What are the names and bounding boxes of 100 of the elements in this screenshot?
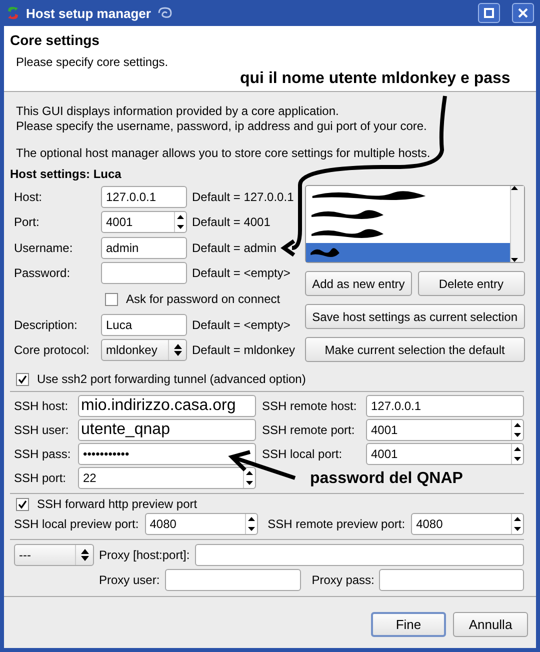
section-heading: Host settings: Luca [10, 167, 122, 181]
field-label: Proxy [host:port]: [99, 548, 190, 562]
checkbox[interactable] [105, 292, 118, 306]
field-label: Username: [14, 240, 73, 255]
combo-value: mldonkey [102, 343, 168, 358]
spin-down-icon[interactable] [248, 527, 255, 531]
spin-up-icon[interactable] [246, 471, 253, 475]
window-title: Host setup manager [26, 6, 151, 20]
spin-up-icon[interactable] [514, 517, 522, 521]
spin-box[interactable]: 4001 [101, 211, 187, 234]
spin-box[interactable]: 4001 [366, 443, 524, 465]
combo-box[interactable]: --- [14, 544, 94, 566]
field-value: 127.0.0.1 [367, 399, 523, 413]
spin-box[interactable]: 4001 [366, 419, 524, 441]
spin-up-icon[interactable] [514, 423, 521, 427]
spin-down-icon[interactable] [510, 258, 518, 262]
intro-text: Please specify the username, password, ip address and gui port of your core. [16, 119, 428, 134]
updown-icon [80, 549, 88, 561]
spin-up-icon[interactable] [248, 517, 255, 521]
redaction-scribble [310, 246, 340, 260]
field-label: Host: [14, 190, 42, 204]
text-field[interactable]: 127.0.0.1 [366, 395, 524, 417]
spin-down-icon[interactable] [246, 481, 253, 485]
cancel-button[interactable]: Annulla [453, 612, 528, 637]
field-value: 22 [79, 471, 243, 485]
field-label: SSH pass: [14, 447, 71, 461]
field-value: 4001 [367, 447, 511, 461]
default-text: Default = 4001 [192, 215, 270, 230]
checkbox[interactable] [16, 498, 29, 510]
field-label: SSH remote preview port: [268, 517, 406, 531]
field-label: Proxy pass: [312, 573, 374, 587]
spin-box[interactable]: 4080 [144, 513, 258, 535]
default-text: Default = <empty> [192, 266, 290, 280]
spin-down-icon[interactable] [177, 225, 184, 230]
page-heading: Core settings [10, 32, 100, 48]
annotation-text: password del QNAP [310, 470, 463, 488]
maximize-button[interactable] [478, 3, 500, 23]
checkbox-label: Use ssh2 port forwarding tunnel (advanced option) [37, 372, 306, 386]
field-label: SSH local port: [262, 447, 342, 461]
default-text: Default = 127.0.0.1 [192, 190, 294, 204]
field-value: 4001 [367, 423, 511, 437]
checkbox-label: Ask for password on connect [126, 292, 280, 306]
spin-up-icon[interactable] [510, 186, 518, 190]
close-icon [518, 8, 528, 18]
default-text: Default = mldonkey [192, 343, 296, 358]
field-label: Core protocol: [14, 343, 90, 358]
text-field[interactable]: Luca [101, 314, 187, 336]
field-value: 4001 [102, 215, 174, 230]
field-label: Password: [14, 266, 70, 280]
field-value: 4080 [412, 517, 512, 531]
default-text: Default = admin [192, 240, 276, 255]
text-field[interactable]: ••••••••••• [78, 443, 256, 465]
combo-box[interactable]: mldonkey [101, 339, 187, 362]
field-value: 127.0.0.1 [102, 190, 186, 204]
text-field[interactable]: admin [101, 236, 187, 259]
save-settings-button[interactable]: Save host settings as current selection [305, 304, 525, 329]
swirl-icon [156, 7, 173, 19]
field-label: Description: [14, 318, 78, 332]
spin-box[interactable]: 4080 [411, 513, 524, 535]
delete-entry-button[interactable]: Delete entry [418, 271, 525, 296]
intro-text: This GUI displays information provided by a core application. [16, 104, 340, 119]
field-label: SSH port: [14, 471, 66, 485]
scrollbar[interactable] [510, 186, 524, 262]
intro-text: The optional host manager allows you to store core settings for multiple hosts. [16, 146, 432, 161]
text-field[interactable] [164, 569, 301, 591]
checkbox[interactable] [16, 372, 29, 386]
updown-icon [174, 344, 182, 356]
field-value: admin [102, 240, 186, 255]
spin-up-icon[interactable] [514, 447, 521, 451]
close-button[interactable] [512, 3, 534, 23]
field-label: SSH host: [14, 399, 68, 413]
combo-value: --- [15, 548, 75, 562]
spin-up-icon[interactable] [177, 215, 184, 220]
spin-down-icon[interactable] [514, 433, 521, 437]
app-icon [6, 5, 20, 21]
checkbox-label: SSH forward http preview port [37, 497, 198, 511]
text-field[interactable]: 127.0.0.1 [101, 186, 187, 208]
arrowhead-icon [280, 239, 296, 257]
ok-button[interactable]: Fine [371, 612, 446, 637]
text-field[interactable] [379, 569, 524, 591]
page-subtitle: Please specify core settings. [16, 55, 170, 69]
field-label: Port: [14, 215, 40, 230]
field-label: SSH user: [14, 423, 69, 437]
field-value: 4080 [146, 517, 245, 531]
default-text: Default = <empty> [192, 318, 290, 332]
maximize-icon [484, 8, 494, 18]
text-field[interactable] [194, 544, 524, 566]
field-label: Proxy user: [99, 573, 160, 587]
spin-down-icon[interactable] [514, 527, 522, 531]
spin-box[interactable]: 22 [78, 467, 256, 489]
text-field[interactable] [101, 262, 187, 284]
annotation-text: qui il nome utente mldonkey e pass [240, 70, 510, 88]
field-value: ••••••••••• [79, 447, 255, 461]
add-entry-button[interactable]: Add as new entry [305, 271, 412, 296]
field-label: SSH remote host: [262, 399, 357, 413]
field-value: Luca [102, 318, 186, 332]
field-label: SSH local preview port: [14, 517, 139, 531]
field-label: SSH remote port: [262, 423, 355, 437]
spin-down-icon[interactable] [514, 457, 521, 461]
make-default-button[interactable]: Make current selection the default [305, 337, 525, 362]
